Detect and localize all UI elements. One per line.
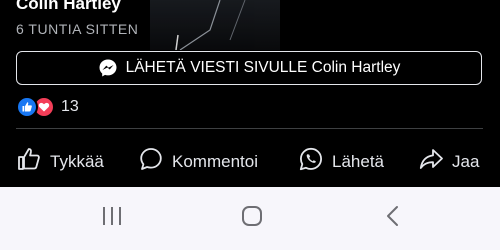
send-message-button[interactable]: LÄHETÄ VIESTI SIVULLE Colin Hartley [16,51,482,85]
post-card: Colin Hartley 6 TUNTIA SITTEN LÄHETÄ VIE… [0,0,500,187]
post-author[interactable]: Colin Hartley [16,0,121,14]
send-message-label: LÄHETÄ VIESTI SIVULLE Colin Hartley [125,59,401,76]
send-button[interactable]: Lähetä [298,146,384,177]
recent-apps-button[interactable] [82,187,142,250]
share-label: Jaa [452,151,480,171]
comment-label: Kommentoi [172,151,258,171]
like-label: Tykkää [50,151,104,171]
reaction-count: 13 [61,98,79,115]
post-photo[interactable] [150,0,280,51]
divider [16,128,483,129]
like-button[interactable]: Tykkää [16,146,104,177]
back-button[interactable] [363,187,423,250]
recent-apps-icon [100,205,124,232]
whatsapp-icon [298,146,324,177]
action-bar: Tykkää Kommentoi Lähetä Jaa [0,140,500,178]
back-icon [382,204,404,233]
post-timestamp: 6 TUNTIA SITTEN [16,21,139,37]
thumbs-up-icon [16,146,42,177]
home-button[interactable] [222,187,282,250]
comment-icon [138,146,164,177]
system-navigation-bar [0,187,500,250]
share-button[interactable]: Jaa [418,146,479,177]
reaction-summary[interactable]: 13 [16,96,79,118]
like-reaction-icon [16,96,38,118]
home-icon [240,204,264,233]
comment-button[interactable]: Kommentoi [138,146,258,177]
share-icon [418,146,444,177]
messenger-icon [98,58,118,78]
send-label: Lähetä [332,151,384,171]
